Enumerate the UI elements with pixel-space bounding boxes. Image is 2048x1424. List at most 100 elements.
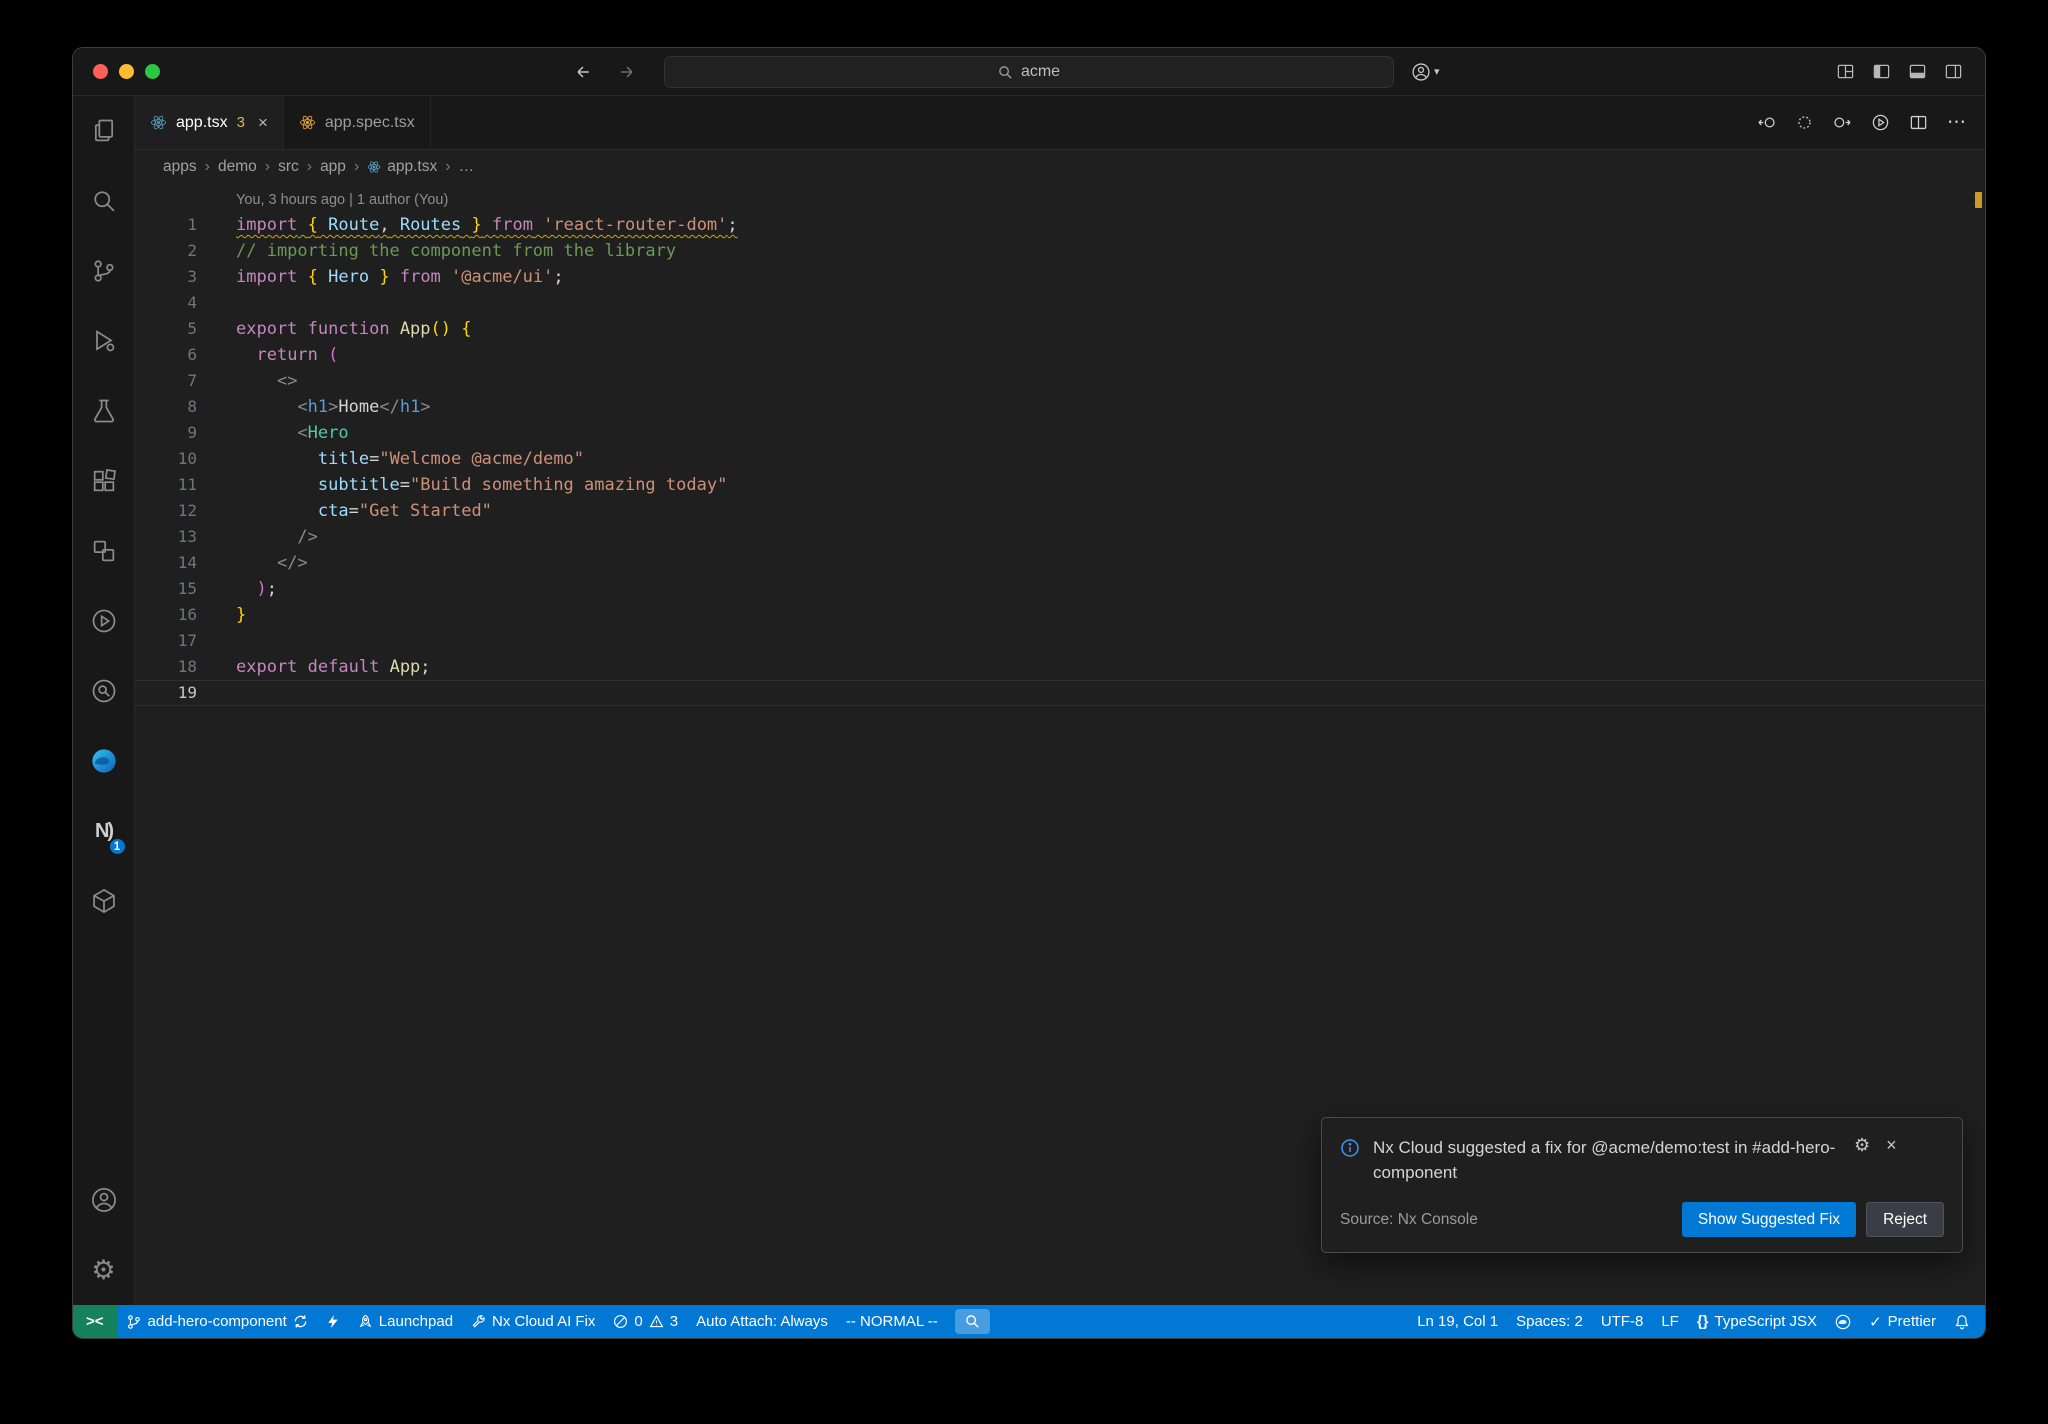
source-control-icon[interactable] (73, 236, 135, 306)
line-number[interactable]: 14 (135, 550, 197, 576)
line-number[interactable]: 7 (135, 368, 197, 394)
line-number[interactable]: 16 (135, 602, 197, 628)
show-suggested-fix-button[interactable]: Show Suggested Fix (1681, 1202, 1857, 1237)
remote-indicator[interactable]: >< (73, 1305, 117, 1338)
code-line[interactable]: 13 /> (135, 524, 1985, 550)
vim-mode-item[interactable]: -- NORMAL -- (837, 1305, 947, 1338)
breadcrumb-item[interactable]: demo (218, 158, 257, 176)
breadcrumb-item-file[interactable]: app.tsx (367, 158, 437, 176)
nx-cloud-ai-fix-item[interactable]: Nx Cloud AI Fix (462, 1305, 604, 1338)
run-and-debug-icon[interactable] (73, 306, 135, 376)
run-circle-icon[interactable] (73, 586, 135, 656)
line-number[interactable]: 4 (135, 290, 197, 316)
tab-app-spec-tsx[interactable]: app.spec.tsx (283, 96, 431, 149)
next-change-icon[interactable] (1833, 113, 1852, 132)
code-line[interactable]: 2 // importing the component from the lib… (135, 238, 1985, 264)
line-number[interactable]: 19 (135, 680, 197, 706)
close-window-button[interactable] (93, 64, 108, 79)
language-mode-item[interactable]: {} TypeScript JSX (1688, 1305, 1826, 1338)
minimize-window-button[interactable] (119, 64, 134, 79)
notification-close-icon[interactable]: × (1886, 1135, 1897, 1156)
line-number[interactable]: 2 (135, 238, 197, 264)
run-file-icon[interactable] (1871, 113, 1890, 132)
line-number[interactable]: 6 (135, 342, 197, 368)
split-editor-icon[interactable] (1909, 113, 1928, 132)
line-number[interactable]: 15 (135, 576, 197, 602)
edge-browser-icon[interactable] (73, 726, 135, 796)
references-icon[interactable] (73, 516, 135, 586)
inspect-circle-icon[interactable] (73, 656, 135, 726)
containers-icon[interactable] (73, 866, 135, 936)
eol-item[interactable]: LF (1652, 1305, 1688, 1338)
cursor-position-item[interactable]: Ln 19, Col 1 (1408, 1305, 1507, 1338)
zoom-window-button[interactable] (145, 64, 160, 79)
blame-annotation[interactable]: You, 3 hours ago | 1 author (You) (135, 188, 1985, 212)
line-number[interactable]: 1 (135, 212, 197, 238)
bolt-item[interactable] (317, 1305, 349, 1338)
breadcrumb-item[interactable]: … (459, 158, 475, 176)
explorer-icon[interactable] (73, 96, 135, 166)
line-number[interactable]: 5 (135, 316, 197, 342)
code-line[interactable]: 15 ); (135, 576, 1985, 602)
code-line[interactable]: 9 <Hero (135, 420, 1985, 446)
account-menu[interactable]: ▾ (1411, 48, 1440, 95)
notifications-bell-item[interactable] (1945, 1305, 1979, 1338)
toggle-sidebar-left-icon[interactable] (1872, 62, 1891, 81)
code-line[interactable]: 3 import { Hero } from '@acme/ui'; (135, 264, 1985, 290)
code-line[interactable]: 12 cta="Get Started" (135, 498, 1985, 524)
line-number[interactable]: 10 (135, 446, 197, 472)
more-actions-icon[interactable]: ⋯ (1947, 111, 1967, 134)
breadcrumb-item[interactable]: apps (163, 158, 197, 176)
command-center-search[interactable]: acme (664, 56, 1394, 88)
toggle-panel-icon[interactable] (1908, 62, 1927, 81)
code-line[interactable]: 16} (135, 602, 1985, 628)
code-line[interactable]: 4 (135, 290, 1985, 316)
notification-settings-icon[interactable]: ⚙ (1854, 1135, 1870, 1156)
line-number[interactable]: 9 (135, 420, 197, 446)
history-back-icon[interactable] (573, 62, 593, 82)
git-branch-item[interactable]: add-hero-component (117, 1305, 317, 1338)
code-line[interactable]: 10 title="Welcmoe @acme/demo" (135, 446, 1985, 472)
code-line[interactable]: 17 (135, 628, 1985, 654)
testing-icon[interactable] (73, 376, 135, 446)
code-line[interactable]: 1 import { Route, Routes } from 'react-ro… (135, 212, 1985, 238)
customize-layout-icon[interactable] (1836, 62, 1855, 81)
previous-change-icon[interactable] (1757, 113, 1776, 132)
code-line[interactable]: 18 export default App; (135, 654, 1985, 680)
line-number[interactable]: 3 (135, 264, 197, 290)
prettier-item[interactable]: ✓ Prettier (1860, 1305, 1945, 1338)
breadcrumb-item[interactable]: src (278, 158, 299, 176)
reject-button[interactable]: Reject (1866, 1202, 1944, 1237)
history-forward-icon[interactable] (617, 62, 637, 82)
breadcrumb-item[interactable]: app (320, 158, 346, 176)
line-number[interactable]: 8 (135, 394, 197, 420)
indentation-item[interactable]: Spaces: 2 (1507, 1305, 1592, 1338)
problems-item[interactable]: 0 3 (604, 1305, 687, 1338)
code-line[interactable]: 7 <> (135, 368, 1985, 394)
code-line[interactable]: 19 (135, 680, 1985, 706)
code-line[interactable]: 11 subtitle="Build something amazing tod… (135, 472, 1985, 498)
auto-attach-item[interactable]: Auto Attach: Always (687, 1305, 837, 1338)
settings-gear-icon[interactable]: ⚙ (73, 1235, 135, 1305)
search-view-icon[interactable] (73, 166, 135, 236)
line-number[interactable]: 18 (135, 654, 197, 680)
encoding-item[interactable]: UTF-8 (1592, 1305, 1653, 1338)
nx-console-icon[interactable]: N) 1 (73, 796, 135, 866)
line-number[interactable]: 12 (135, 498, 197, 524)
statusbar-search-item[interactable] (954, 1309, 990, 1334)
code-line[interactable]: 6 return ( (135, 342, 1985, 368)
extensions-icon[interactable] (73, 446, 135, 516)
edge-status-item[interactable] (1826, 1305, 1860, 1338)
code-line[interactable]: 8 <h1>Home</h1> (135, 394, 1985, 420)
toggle-sidebar-right-icon[interactable] (1944, 62, 1963, 81)
line-number[interactable]: 17 (135, 628, 197, 654)
tab-app-tsx[interactable]: app.tsx 3 × (135, 96, 284, 149)
code-line[interactable]: 5 export function App() { (135, 316, 1985, 342)
line-number[interactable]: 11 (135, 472, 197, 498)
overview-ruler[interactable] (1971, 184, 1985, 1305)
launchpad-item[interactable]: Launchpad (349, 1305, 462, 1338)
changes-icon[interactable] (1795, 113, 1814, 132)
code-line[interactable]: 14 </> (135, 550, 1985, 576)
line-number[interactable]: 13 (135, 524, 197, 550)
close-tab-icon[interactable]: × (258, 113, 268, 133)
